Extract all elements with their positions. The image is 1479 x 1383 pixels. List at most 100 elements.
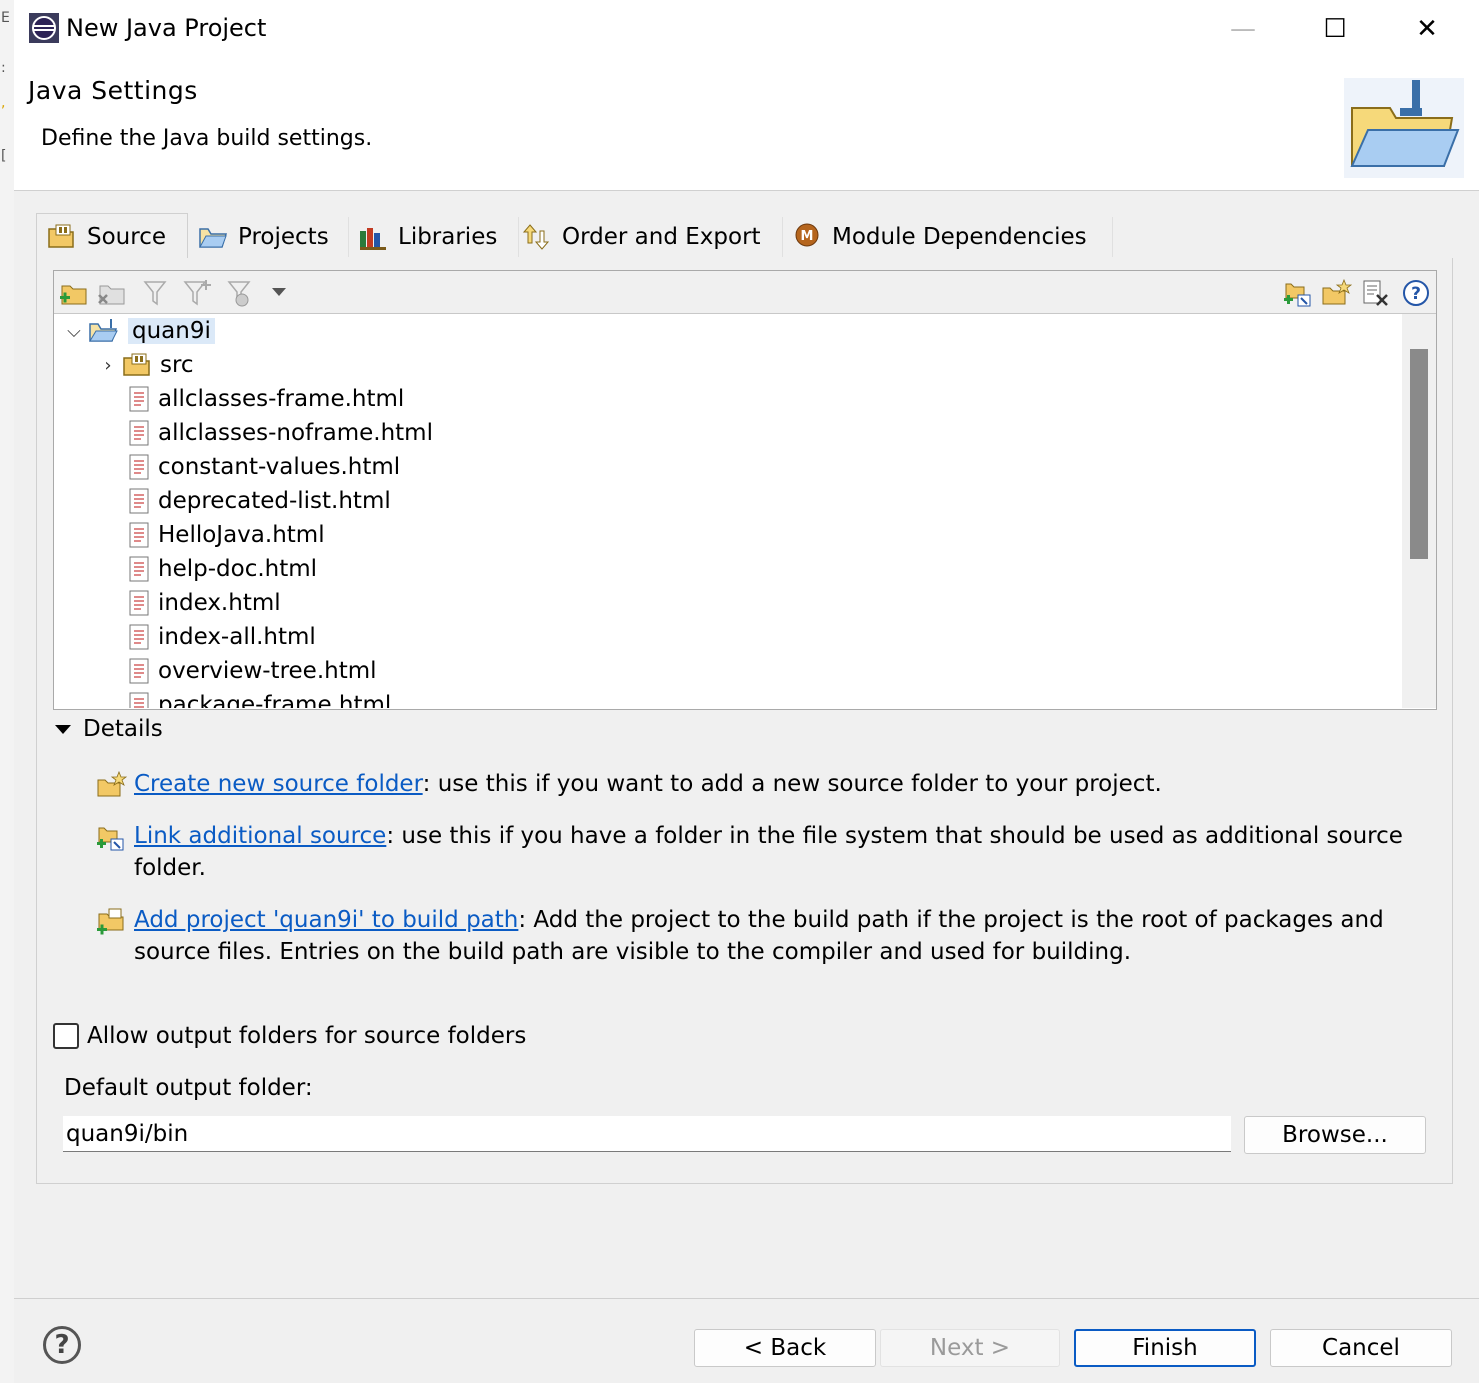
- create-new-source-folder-link[interactable]: Create new source folder: [134, 771, 423, 797]
- tree-row-file[interactable]: allclasses-noframe.html: [128, 416, 433, 450]
- html-file-icon: [129, 658, 149, 684]
- tab-projects[interactable]: Projects: [188, 217, 349, 257]
- html-file-icon: [129, 556, 149, 582]
- source-folder-icon: [48, 224, 74, 248]
- tab-libraries[interactable]: Libraries: [348, 217, 519, 257]
- tree-row-file[interactable]: index.html: [128, 586, 281, 620]
- tree-toolbar: ?: [54, 271, 1436, 314]
- finish-button[interactable]: Finish: [1074, 1329, 1256, 1367]
- tree-label: src: [160, 352, 194, 378]
- tree-label: package-frame.html: [158, 692, 392, 708]
- eclipse-app-icon: [29, 13, 59, 43]
- next-button[interactable]: Next >: [880, 1329, 1060, 1367]
- configure-filter-icon[interactable]: [226, 278, 258, 308]
- source-tab-panel: ? ⌵ quan9i › src allclasses-frame.html a…: [36, 258, 1453, 1184]
- allow-output-folders-row[interactable]: Allow output folders for source folders: [53, 1023, 526, 1049]
- link-source-icon[interactable]: [1282, 278, 1314, 308]
- html-file-icon: [129, 420, 149, 446]
- html-file-icon: [129, 454, 149, 480]
- create-source-folder-icon: [97, 770, 127, 797]
- link-additional-source-link[interactable]: Link additional source: [134, 823, 386, 849]
- tree-row-file[interactable]: HelloJava.html: [128, 518, 325, 552]
- tree-row-file[interactable]: allclasses-frame.html: [128, 382, 404, 416]
- tree-label: deprecated-list.html: [158, 488, 391, 514]
- source-tree-viewer: ? ⌵ quan9i › src allclasses-frame.html a…: [53, 270, 1437, 710]
- tree-vertical-scrollbar[interactable]: [1402, 314, 1436, 708]
- html-file-icon: [129, 624, 149, 650]
- maximize-button[interactable]: ☐: [1312, 10, 1358, 48]
- detail-create-source-folder: Create new source folder: use this if yo…: [95, 768, 1415, 800]
- allow-output-folders-checkbox[interactable]: [53, 1023, 79, 1049]
- tree-row-file[interactable]: help-doc.html: [128, 552, 317, 586]
- order-export-icon: [522, 224, 550, 250]
- tab-module-dependencies-label: Module Dependencies: [832, 224, 1087, 250]
- settings-tabs: Source Projects Libraries Order and Expo…: [36, 213, 1136, 259]
- tree-row-file[interactable]: package-frame.html: [128, 688, 391, 708]
- page-title: Java Settings: [28, 76, 198, 105]
- background-window-edge: E:,[: [0, 0, 15, 1383]
- detail-link-additional-source: Link additional source: use this if you …: [95, 820, 1415, 884]
- footer-separator: [14, 1298, 1479, 1299]
- tree-row-file[interactable]: index-all.html: [128, 620, 316, 654]
- inclusion-filter-icon[interactable]: [142, 278, 174, 308]
- remove-entry-icon[interactable]: [1360, 278, 1392, 308]
- tree-label: allclasses-noframe.html: [158, 420, 433, 446]
- create-source-folder-icon[interactable]: [1320, 278, 1352, 308]
- scrollbar-thumb[interactable]: [1410, 349, 1428, 559]
- close-button[interactable]: ✕: [1404, 10, 1450, 48]
- add-project-to-build-path-link[interactable]: Add project 'quan9i' to build path: [134, 907, 518, 933]
- add-to-build-path-icon: [97, 908, 124, 935]
- remove-source-folder-icon[interactable]: [96, 278, 128, 308]
- tab-order-and-export[interactable]: Order and Export: [512, 217, 783, 257]
- expanded-triangle-icon: [55, 724, 71, 734]
- module-dependencies-icon: M: [795, 223, 819, 247]
- browse-button[interactable]: Browse...: [1244, 1116, 1426, 1154]
- add-source-folder-icon[interactable]: [58, 278, 90, 308]
- tab-projects-label: Projects: [238, 224, 329, 250]
- page-description: Define the Java build settings.: [41, 126, 373, 151]
- tree-label: overview-tree.html: [158, 658, 377, 684]
- tree-label: help-doc.html: [158, 556, 318, 582]
- tree-row-file[interactable]: constant-values.html: [128, 450, 400, 484]
- help-icon[interactable]: ?: [43, 1326, 81, 1364]
- exclusion-filter-icon[interactable]: [182, 278, 214, 308]
- tree-row-project[interactable]: ⌵ quan9i: [60, 314, 215, 348]
- allow-output-folders-label: Allow output folders for source folders: [87, 1023, 527, 1049]
- title-bar[interactable]: New Java Project — ☐ ✕: [14, 0, 1479, 58]
- html-file-icon: [129, 488, 149, 514]
- tab-module-dependencies[interactable]: M Module Dependencies: [782, 217, 1113, 257]
- tab-source[interactable]: Source: [36, 213, 188, 259]
- tree-content: ⌵ quan9i › src allclasses-frame.html all…: [54, 314, 1401, 708]
- default-output-folder-input[interactable]: [63, 1116, 1231, 1152]
- minimize-button[interactable]: —: [1220, 10, 1266, 48]
- tree-label: constant-values.html: [158, 454, 401, 480]
- tree-row-folder[interactable]: › src: [94, 348, 194, 382]
- collapsed-chevron-icon[interactable]: ›: [94, 355, 122, 376]
- svg-text:M: M: [801, 229, 814, 244]
- details-section-toggle[interactable]: Details: [55, 716, 163, 742]
- tab-source-label: Source: [87, 223, 166, 250]
- java-project-folder-icon: [89, 319, 118, 342]
- expanded-chevron-icon[interactable]: ⌵: [60, 321, 88, 342]
- detail-add-project-to-build-path: Add project 'quan9i' to build path: Add …: [95, 904, 1415, 968]
- help-circle-icon[interactable]: ?: [1400, 278, 1432, 308]
- html-file-icon: [129, 522, 149, 548]
- tab-order-export-label: Order and Export: [562, 224, 761, 250]
- html-file-icon: [129, 386, 149, 412]
- back-button[interactable]: < Back: [694, 1329, 876, 1367]
- tree-label: index-all.html: [158, 624, 316, 650]
- default-output-folder-label: Default output folder:: [64, 1075, 313, 1101]
- tree-row-file[interactable]: overview-tree.html: [128, 654, 377, 688]
- tree-label: allclasses-frame.html: [158, 386, 405, 412]
- tab-libraries-label: Libraries: [398, 224, 498, 250]
- wizard-header: Java Settings Define the Java build sett…: [14, 58, 1479, 191]
- window-title: New Java Project: [66, 14, 267, 42]
- toolbar-dropdown-chevron-icon[interactable]: [272, 288, 286, 296]
- details-heading: Details: [83, 716, 163, 742]
- projects-icon: [199, 228, 228, 248]
- java-folder-banner-icon: [1344, 78, 1464, 178]
- tree-row-file[interactable]: deprecated-list.html: [128, 484, 391, 518]
- detail-text: : use this if you want to add a new sour…: [422, 771, 1162, 797]
- html-file-icon: [129, 692, 149, 708]
- cancel-button[interactable]: Cancel: [1270, 1329, 1452, 1367]
